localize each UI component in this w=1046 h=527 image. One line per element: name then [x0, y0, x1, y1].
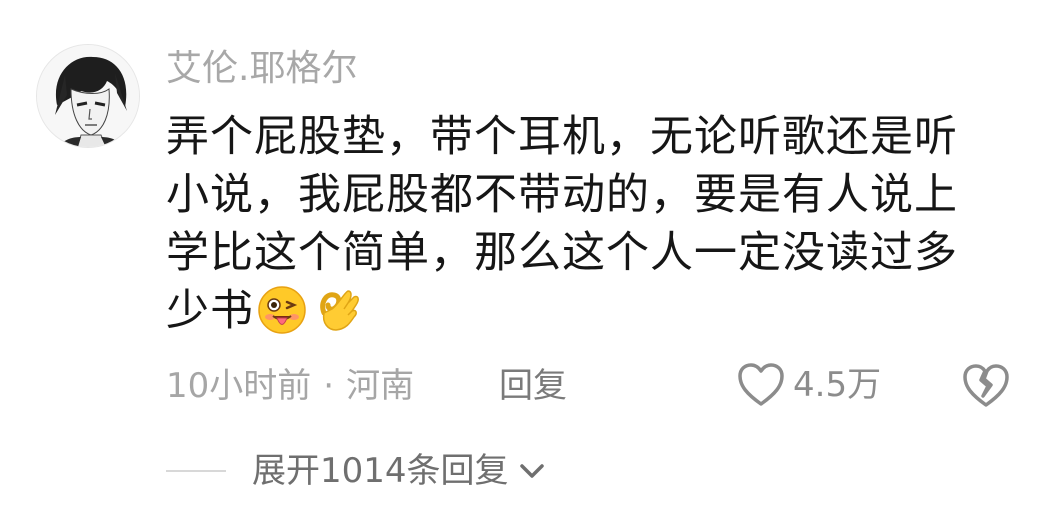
reply-button[interactable]: 回复 — [499, 364, 567, 408]
comment-time: 10小时前 — [166, 366, 312, 406]
heart-icon — [738, 363, 784, 406]
expand-replies-button[interactable]: 展开1014条回复 — [166, 448, 547, 494]
comment-meta: 10小时前 · 河南 — [166, 364, 414, 408]
like-count: 4.5万 — [793, 365, 882, 405]
chevron-down-icon — [519, 464, 544, 478]
ok-hand-emoji — [310, 283, 362, 335]
expand-divider-line — [166, 470, 226, 472]
broken-heart-icon — [963, 364, 1009, 407]
comment-text: 弄个屁股垫，带个耳机，无论听歌还是听小说，我屁股都不带动的，要是有人说上学比这个… — [166, 108, 986, 340]
expand-replies-label: 展开1014条回复 — [252, 451, 509, 491]
comment-location: 河南 — [346, 366, 415, 406]
tongue-wink-emoji — [256, 283, 308, 335]
avatar[interactable] — [36, 44, 140, 148]
avatar-image — [37, 45, 139, 147]
meta-separator: · — [323, 366, 335, 406]
username[interactable]: 艾伦.耶格尔 — [166, 46, 357, 92]
like-button[interactable]: 4.5万 — [737, 358, 881, 412]
dislike-button[interactable] — [962, 362, 1010, 410]
